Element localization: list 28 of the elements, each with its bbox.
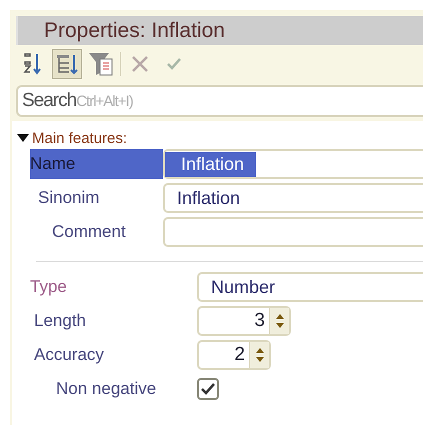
property-field[interactable]: Inflation — [163, 149, 423, 179]
filter-icon — [88, 51, 114, 77]
up-down-arrows-icon — [274, 312, 284, 330]
spin-field[interactable]: 3 — [197, 306, 291, 336]
property-label: Comment — [51, 221, 127, 243]
tree-icon — [55, 52, 79, 76]
up-down-arrows-icon — [254, 346, 264, 364]
property-label: Sinonim — [37, 187, 100, 209]
check-icon — [166, 57, 182, 71]
property-label: Non negative — [55, 378, 158, 400]
search-field[interactable]: SearchCtrl+Alt+I) — [16, 85, 423, 117]
section-title: Main features: — [32, 130, 128, 146]
check-mark-icon — [201, 383, 215, 395]
property-field[interactable]: Inflation — [163, 183, 423, 213]
spin-button[interactable] — [269, 308, 289, 334]
property-label: Name — [30, 149, 163, 179]
checkbox[interactable] — [197, 378, 219, 400]
spin-field[interactable]: 2 — [197, 340, 271, 370]
property-label: Accuracy — [33, 344, 105, 366]
property-label: Type — [30, 276, 68, 298]
property-field[interactable]: Number — [197, 272, 423, 302]
close-icon — [131, 55, 149, 73]
spin-button[interactable] — [249, 342, 269, 368]
tree-button[interactable] — [52, 49, 82, 79]
window-title: Properties: Inflation — [16, 16, 423, 45]
property-field[interactable] — [163, 217, 423, 247]
expand-icon[interactable] — [16, 133, 30, 143]
property-label: Length — [33, 310, 87, 332]
